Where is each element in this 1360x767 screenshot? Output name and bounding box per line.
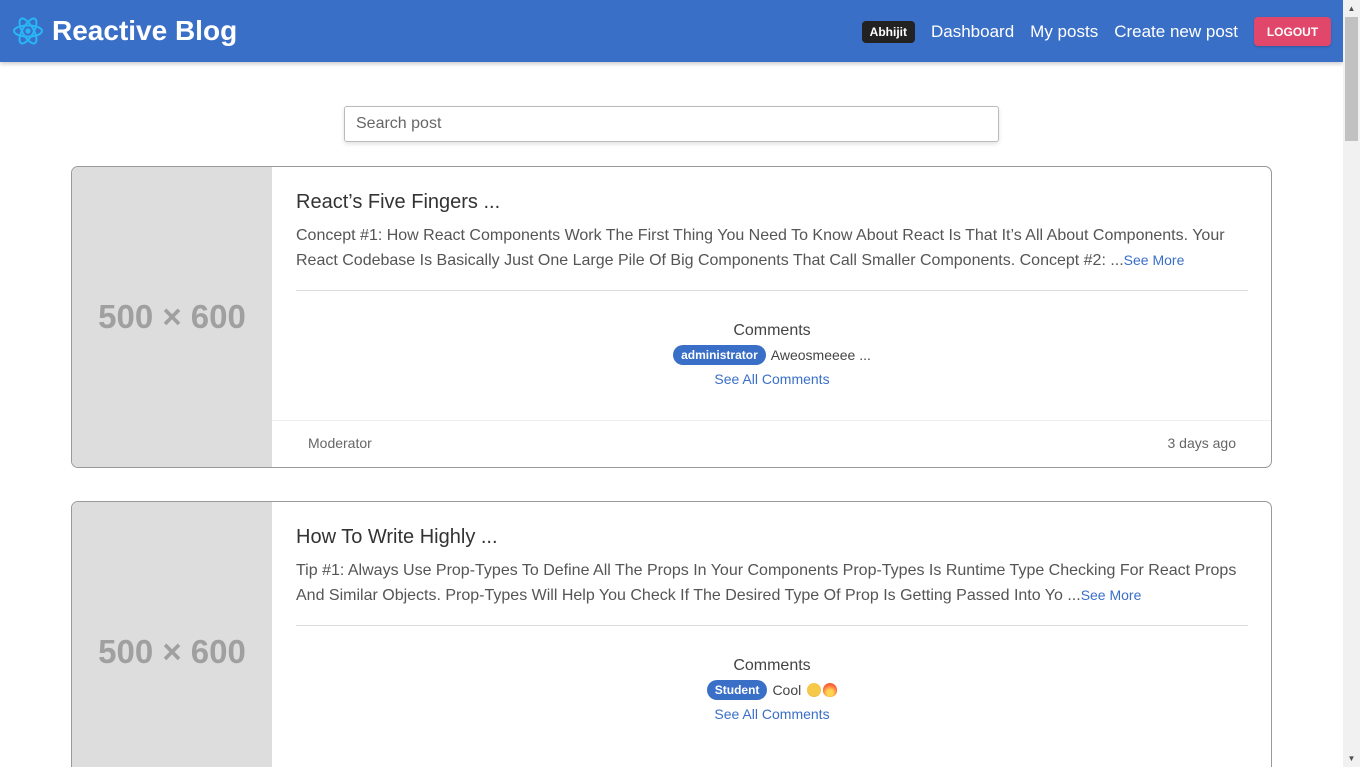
post-title[interactable]: How To Write Highly ... — [296, 526, 498, 549]
scrollbar-thumb[interactable] — [1345, 17, 1358, 141]
react-atom-icon — [13, 17, 43, 45]
see-all-comments-link[interactable]: See All Comments — [714, 371, 829, 387]
brand-title: Reactive Blog — [52, 15, 238, 46]
comment-text: Cool — [772, 682, 802, 698]
nav-link-create-post[interactable]: Create new post — [1114, 22, 1238, 42]
see-more-link[interactable]: See More — [1081, 587, 1142, 603]
comment-text: Aweosmeeee ... — [770, 347, 871, 363]
commenter-role-badge: administrator — [673, 345, 766, 365]
user-badge: Abhijit — [861, 20, 915, 43]
post-card: 500 × 600 How To Write Highly ... Tip #1… — [71, 501, 1272, 767]
post-title[interactable]: React’s Five Fingers ... — [296, 191, 500, 214]
comments-heading: Comments — [733, 322, 811, 339]
comments-section: Comments Student Cool See All Comments — [296, 657, 1248, 724]
thumbnail-label: 500 × 600 — [98, 633, 246, 670]
commenter-role-badge: Student — [706, 680, 768, 700]
comment-preview: administrator Aweosmeeee ... — [296, 345, 1248, 365]
excerpt-text: Concept #1: How React Components Work Th… — [296, 227, 1225, 269]
scroll-up-arrow-icon[interactable]: ▲ — [1343, 0, 1360, 17]
see-more-link[interactable]: See More — [1124, 252, 1185, 268]
see-all-comments-link[interactable]: See All Comments — [714, 706, 829, 722]
post-footer: Moderator 3 days ago — [272, 420, 1271, 467]
comment-preview: Student Cool — [296, 680, 1248, 700]
nav-link-my-posts[interactable]: My posts — [1030, 22, 1098, 42]
vertical-scrollbar[interactable]: ▲ ▼ — [1343, 0, 1360, 767]
logout-button[interactable]: LOGOUT — [1254, 17, 1331, 46]
post-time: 3 days ago — [1167, 435, 1237, 451]
post-excerpt: Tip #1: Always Use Prop-Types To Define … — [296, 558, 1248, 608]
fire-emoji-icon — [823, 683, 838, 697]
divider — [296, 625, 1248, 626]
post-thumbnail[interactable]: 500 × 600 — [72, 502, 272, 767]
star-struck-emoji-icon — [807, 683, 822, 697]
post-thumbnail[interactable]: 500 × 600 — [72, 167, 272, 467]
post-card: 500 × 600 React’s Five Fingers ... Conce… — [71, 166, 1272, 468]
nav-menu: Abhijit Dashboard My posts Create new po… — [861, 17, 1331, 46]
search-input[interactable] — [344, 106, 999, 142]
thumbnail-label: 500 × 600 — [98, 298, 246, 335]
nav-link-dashboard[interactable]: Dashboard — [931, 22, 1014, 42]
brand[interactable]: Reactive Blog — [12, 14, 237, 48]
comments-heading: Comments — [733, 657, 811, 674]
top-navbar: Reactive Blog Abhijit Dashboard My posts… — [0, 0, 1343, 62]
divider — [296, 290, 1248, 291]
search-container — [344, 106, 999, 142]
comments-section: Comments administrator Aweosmeeee ... Se… — [296, 322, 1248, 389]
post-author: Moderator — [308, 435, 372, 451]
post-excerpt: Concept #1: How React Components Work Th… — [296, 223, 1248, 273]
scroll-down-arrow-icon[interactable]: ▼ — [1343, 750, 1360, 767]
